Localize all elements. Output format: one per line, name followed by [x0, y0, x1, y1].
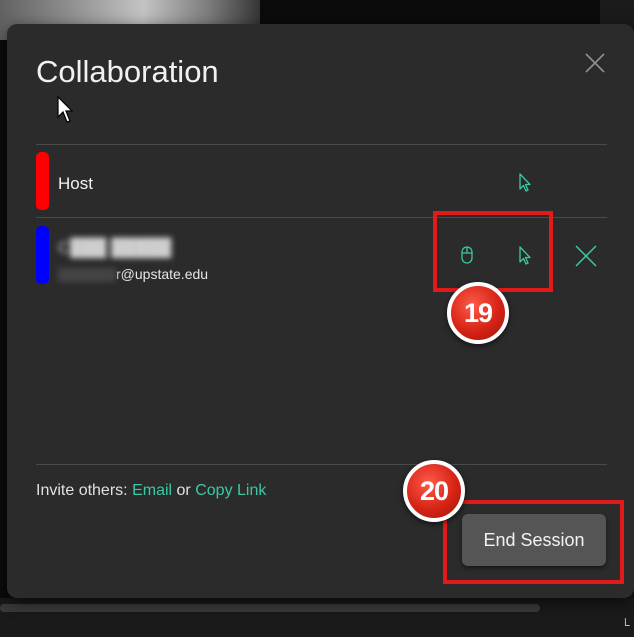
annotation-badge-20: 20: [403, 460, 465, 522]
participant-name: C███ █████: [58, 238, 172, 257]
participant-email: r@upstate.edu: [58, 266, 208, 283]
mouse-cursor-icon: [57, 96, 73, 123]
email-link[interactable]: Email: [132, 482, 172, 499]
participant-color-indicator: [36, 226, 49, 284]
background-scrollbar[interactable]: [0, 604, 540, 612]
divider-bottom: [36, 464, 607, 465]
participant-name: Host: [58, 174, 93, 193]
participant-color-indicator: [36, 152, 49, 210]
annotation-badge-19: 19: [447, 282, 509, 344]
dialog-title: Collaboration: [36, 54, 219, 89]
copy-link[interactable]: Copy Link: [195, 482, 266, 499]
pointer-icon[interactable]: [514, 171, 536, 193]
participant-row-host: Host: [36, 152, 607, 212]
close-icon[interactable]: [584, 52, 606, 74]
corner-glyph: └: [621, 618, 630, 632]
invite-prefix: Invite others:: [36, 482, 128, 499]
invite-separator: or: [176, 482, 191, 499]
collaboration-dialog: Collaboration Host C███ █████ r@upstate.…: [7, 24, 634, 598]
annotation-box-19: [433, 211, 553, 292]
invite-row: Invite others: Email or Copy Link: [36, 482, 266, 500]
remove-icon[interactable]: [573, 243, 599, 269]
end-session-button[interactable]: End Session: [462, 514, 606, 566]
divider-top: [36, 144, 607, 145]
